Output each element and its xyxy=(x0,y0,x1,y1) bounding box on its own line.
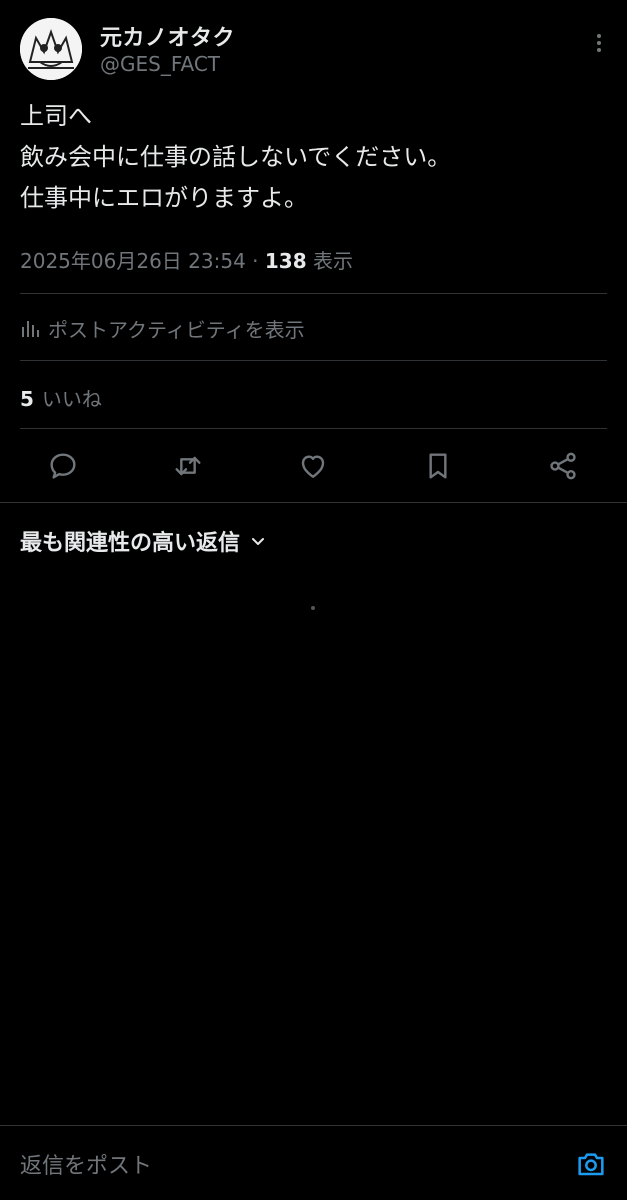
meta-separator: · xyxy=(252,249,259,273)
share-icon[interactable] xyxy=(545,448,581,484)
avatar-image xyxy=(20,18,82,80)
likes-count: 5 xyxy=(20,387,34,411)
divider xyxy=(20,293,607,294)
tweet-line: 飲み会中に仕事の話しないでください。 xyxy=(20,143,452,171)
reply-icon[interactable] xyxy=(45,448,81,484)
tweet-text: 上司へ 飲み会中に仕事の話しないでください。 仕事中にエロがりますよ。 xyxy=(20,96,610,219)
reply-input[interactable]: 返信をポスト xyxy=(20,1148,152,1180)
loading-indicator xyxy=(311,606,315,610)
action-bar xyxy=(0,448,627,484)
camera-icon[interactable] xyxy=(575,1148,607,1180)
views-count: 138 xyxy=(264,249,307,273)
reply-bar: 返信をポスト xyxy=(0,1126,627,1200)
more-icon[interactable] xyxy=(591,28,607,58)
avatar[interactable] xyxy=(20,18,82,80)
divider xyxy=(20,360,607,361)
bookmark-icon[interactable] xyxy=(420,448,456,484)
views-label: 表示 xyxy=(312,249,353,273)
divider xyxy=(20,428,607,429)
divider xyxy=(0,502,627,503)
tweet-meta: 2025年06月26日 23:54 · 138 表示 xyxy=(20,245,353,274)
author-handle[interactable]: @GES_FACT xyxy=(100,52,220,76)
post-activity-link[interactable]: ポストアクティビティを表示 xyxy=(20,314,305,343)
author-name[interactable]: 元カノオタク xyxy=(100,20,235,52)
tweet-header: 元カノオタク @GES_FACT xyxy=(20,18,607,82)
likes-link[interactable]: 5 いいね xyxy=(20,383,102,412)
post-activity-label: ポストアクティビティを表示 xyxy=(48,318,305,342)
heart-icon[interactable] xyxy=(295,448,331,484)
bar-chart-icon xyxy=(20,319,40,339)
reply-sort-label: 最も関連性の高い返信 xyxy=(20,531,241,556)
likes-label: いいね xyxy=(41,387,102,411)
reply-sort-dropdown[interactable]: 最も関連性の高い返信 xyxy=(20,525,266,557)
retweet-icon[interactable] xyxy=(170,448,206,484)
tweet-line: 仕事中にエロがりますよ。 xyxy=(20,184,308,212)
tweet-line: 上司へ xyxy=(20,102,92,130)
timestamp[interactable]: 2025年06月26日 23:54 xyxy=(20,249,246,273)
chevron-down-icon xyxy=(250,533,266,549)
